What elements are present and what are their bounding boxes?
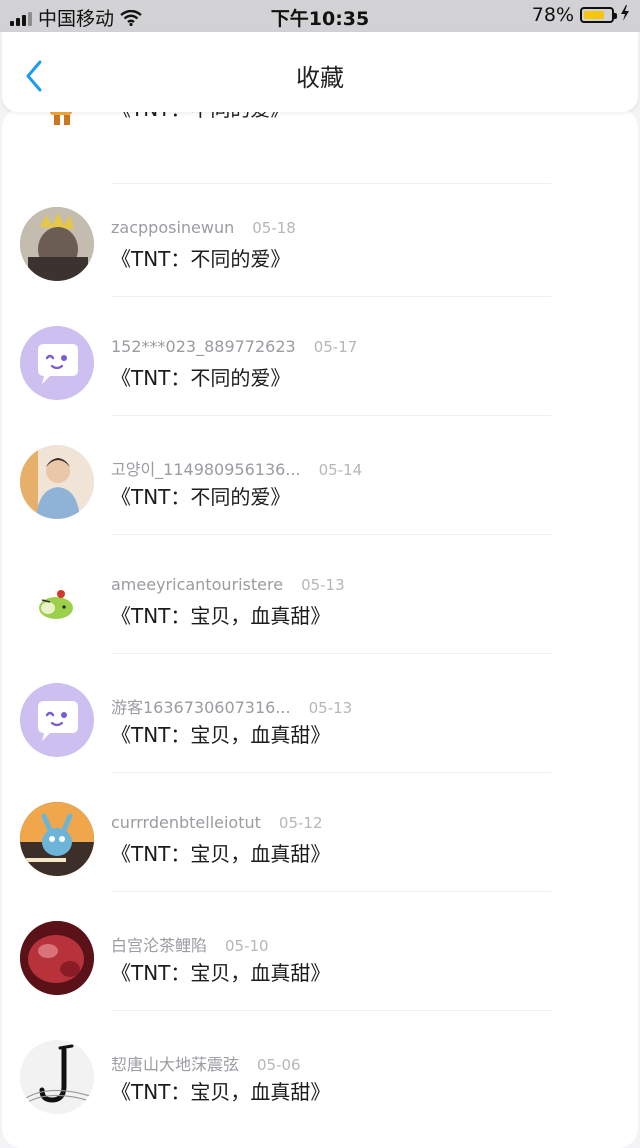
item-date: 05-18 (252, 219, 296, 237)
avatar (20, 108, 94, 137)
list-item[interactable]: 고양이_114980956136... 05-14 《TNT：不同的爱》 (2, 416, 638, 535)
list-item[interactable]: zacpposinewun 05-18 《TNT：不同的爱》 (2, 178, 638, 297)
item-date: 05-12 (278, 814, 323, 832)
list-item[interactable]: 《TNT：不同的爱》 (2, 108, 638, 184)
item-date: 05-10 (225, 937, 269, 955)
battery-percent: 78% (531, 4, 574, 26)
list-item[interactable]: 152***023_889772623 05-17 《TNT：不同的爱》 (2, 297, 638, 416)
item-meta: zacpposinewun 05-18 (111, 218, 296, 237)
item-title: 《TNT：不同的爱》 (111, 366, 291, 390)
avatar (20, 445, 94, 519)
item-username: 152***023_889772623 (111, 337, 296, 356)
item-username: currrdenbtelleiotut (111, 813, 261, 832)
battery-icon (580, 7, 617, 23)
item-date: 05-06 (257, 1056, 301, 1074)
list-item[interactable]: ameeyricantouristere 05-13 《TNT：宝贝，血真甜》 (2, 535, 638, 654)
status-bar: 中国移动 下午10:35 78% (0, 0, 640, 32)
item-meta: 恝唐山大地莯震弦 05-06 (111, 1051, 301, 1075)
item-date: 05-13 (308, 699, 353, 717)
default-chat-icon (38, 701, 78, 741)
item-username: 고양이_114980956136... (111, 460, 301, 479)
item-date: 05-13 (301, 576, 345, 594)
list-item[interactable]: 恝唐山大地莯震弦 05-06 《TNT：宝贝，血真甜》 (2, 1011, 638, 1130)
item-meta: currrdenbtelleiotut 05-12 (111, 813, 323, 832)
item-title: 《TNT：宝贝，血真甜》 (111, 961, 331, 985)
item-meta: 고양이_114980956136... 05-14 (111, 456, 362, 480)
list-item[interactable]: currrdenbtelleiotut 05-12 《TNT：宝贝，血真甜》 (2, 773, 638, 892)
battery-level (584, 11, 605, 19)
item-username: 白宫沦茶鲤陷 (111, 936, 208, 955)
avatar (20, 564, 94, 638)
item-title: 《TNT：不同的爱》 (111, 247, 291, 271)
page-title: 收藏 (296, 64, 344, 92)
item-date: 05-14 (318, 461, 363, 479)
item-username: zacpposinewun (111, 218, 235, 237)
item-title: 《TNT：宝贝，血真甜》 (111, 1080, 331, 1104)
item-title: 《TNT：宝贝，血真甜》 (111, 604, 331, 628)
item-meta: 152***023_889772623 05-17 (111, 337, 357, 356)
status-right: 78% (532, 4, 630, 26)
charging-icon (620, 4, 630, 26)
default-chat-icon (38, 344, 78, 384)
item-title: 《TNT：不同的爱》 (111, 485, 291, 509)
item-username: 游客1636730607316... (111, 698, 291, 717)
item-title: 《TNT：宝贝，血真甜》 (111, 842, 331, 866)
avatar (20, 1040, 94, 1114)
nav-bar: 收藏 (2, 32, 638, 112)
avatar (20, 207, 94, 281)
avatar (20, 683, 94, 757)
avatar (20, 326, 94, 400)
favorites-list: 《TNT：不同的爱》 zacpposinewun 05-18 《TNT：不同的爱… (2, 108, 638, 1148)
item-meta: 白宫沦茶鲤陷 05-10 (111, 932, 269, 956)
item-meta: ameeyricantouristere 05-13 (111, 575, 345, 594)
item-date: 05-17 (313, 338, 358, 356)
avatar (20, 921, 94, 995)
list-item[interactable]: 游客1636730607316... 05-13 《TNT：宝贝，血真甜》 (2, 654, 638, 773)
item-username: ameeyricantouristere (111, 575, 284, 594)
avatar (20, 802, 94, 876)
item-username: 恝唐山大地莯震弦 (111, 1055, 240, 1074)
item-title: 《TNT：宝贝，血真甜》 (111, 723, 331, 747)
list-item[interactable]: 白宫沦茶鲤陷 05-10 《TNT：宝贝，血真甜》 (2, 892, 638, 1011)
item-meta: 游客1636730607316... 05-13 (111, 694, 352, 718)
